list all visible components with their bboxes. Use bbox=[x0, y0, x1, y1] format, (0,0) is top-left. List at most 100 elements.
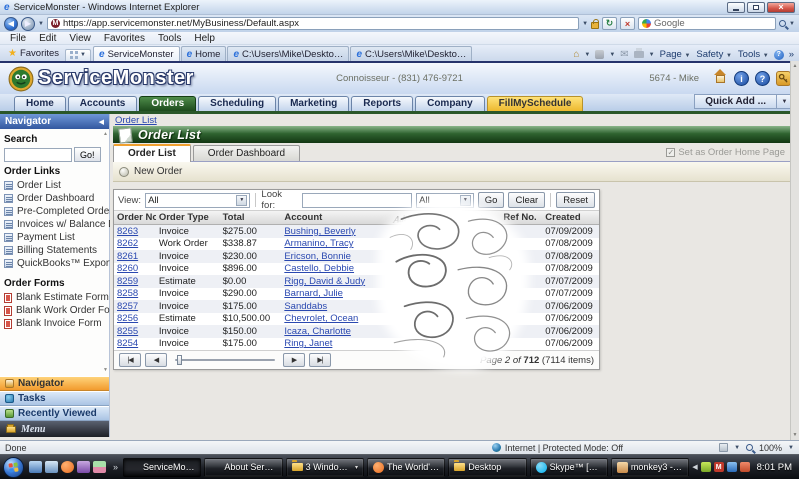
sidebar-link[interactable]: Order Dashboard bbox=[4, 192, 105, 205]
order-number-link[interactable]: 8254 bbox=[117, 338, 138, 349]
tray-collapse-icon[interactable]: ◀ bbox=[692, 463, 697, 471]
table-row[interactable]: 8258 Invoice $290.00 Barnard, Julie 07/0… bbox=[114, 288, 599, 301]
search-dropdown-icon[interactable]: ▼ bbox=[789, 21, 795, 27]
zone-dropdown-icon[interactable]: ▼ bbox=[734, 445, 740, 451]
col-account[interactable]: Account bbox=[281, 212, 391, 223]
account-link[interactable]: Chevrolet, Ocean bbox=[284, 313, 358, 324]
nav-tab[interactable]: Orders bbox=[139, 96, 196, 111]
home-icon[interactable]: ⌂ bbox=[573, 49, 579, 60]
order-number-link[interactable]: 8255 bbox=[117, 326, 138, 337]
url-field[interactable]: M https://app.servicemonster.net/MyBusin… bbox=[47, 17, 579, 30]
quick-launch-icon[interactable] bbox=[29, 461, 42, 473]
menu-item[interactable]: Help bbox=[188, 33, 221, 44]
view-dropdown[interactable]: All ▼ bbox=[145, 193, 250, 208]
navigator-header[interactable]: Navigator ◀ bbox=[0, 114, 109, 129]
quick-launch-icon[interactable] bbox=[93, 461, 106, 473]
look-for-input[interactable] bbox=[302, 193, 412, 208]
restore-button[interactable] bbox=[747, 2, 765, 13]
app-help-icon[interactable]: ? bbox=[755, 71, 770, 86]
table-row[interactable]: 8254 Invoice $175.00 Ring, Janet 07/06/2… bbox=[114, 338, 599, 351]
first-page-button[interactable]: |◀ bbox=[119, 353, 141, 367]
zoom-level[interactable]: 100% bbox=[759, 443, 782, 453]
sidebar-link[interactable]: Order List bbox=[4, 179, 105, 192]
quick-launch-icon[interactable] bbox=[61, 461, 74, 473]
taskbar-button[interactable]: The World's G... ▾ bbox=[367, 458, 445, 477]
print-icon[interactable] bbox=[634, 51, 644, 58]
order-number-link[interactable]: 8256 bbox=[117, 313, 138, 324]
nav-tab[interactable]: FillMySchedule bbox=[487, 96, 584, 111]
quick-launch-icon[interactable] bbox=[45, 461, 58, 473]
start-button[interactable] bbox=[3, 457, 24, 478]
scope-dropdown-icon[interactable]: ▼ bbox=[460, 195, 471, 206]
browser-tab[interactable]: e Home bbox=[181, 46, 227, 61]
table-row[interactable]: 8257 Invoice $175.00 Sanddabs 07/06/2009 bbox=[114, 300, 599, 313]
menu-bar-button[interactable]: Menu bbox=[0, 421, 109, 437]
tray-green-icon[interactable] bbox=[701, 462, 711, 472]
taskbar-button[interactable]: ServiceMonst... ▾ bbox=[123, 458, 201, 477]
new-order-button[interactable]: New Order bbox=[134, 166, 182, 177]
sidebar-search-input[interactable] bbox=[4, 148, 72, 162]
taskbar-button[interactable]: Desktop ▾ bbox=[448, 458, 526, 477]
prev-page-button[interactable]: ◀ bbox=[145, 353, 167, 367]
table-row[interactable]: 8256 Estimate $10,500.00 Chevrolet, Ocea… bbox=[114, 313, 599, 326]
sidebar-panel-button[interactable]: Tasks bbox=[0, 391, 109, 406]
account-link[interactable]: Armanino, Tracy bbox=[284, 238, 353, 249]
col-city[interactable]: City bbox=[461, 211, 501, 224]
quick-launch-overflow-icon[interactable]: » bbox=[111, 462, 120, 472]
account-link[interactable]: Rigg, David & Judy bbox=[284, 276, 365, 287]
table-row[interactable]: 8261 Invoice $230.00 Ericson, Bonnie 07/… bbox=[114, 250, 599, 263]
taskbar-button[interactable]: monkey3 - Pa... ▾ bbox=[611, 458, 689, 477]
info-icon[interactable]: i bbox=[734, 71, 749, 86]
menu-item[interactable]: File bbox=[4, 33, 32, 44]
nav-tab[interactable]: Reports bbox=[351, 96, 413, 111]
account-link[interactable]: Ring, Janet bbox=[284, 338, 332, 349]
collapse-sidebar-icon[interactable]: ◀ bbox=[99, 118, 104, 126]
account-link[interactable]: Ericson, Bonnie bbox=[284, 251, 351, 262]
reset-button[interactable]: Reset bbox=[556, 192, 595, 208]
sidebar-link[interactable]: Pre-Completed Orders bbox=[4, 205, 105, 218]
taskbar-button[interactable]: Skype™ [16] - ... ▾ bbox=[530, 458, 608, 477]
menu-item[interactable]: View bbox=[63, 33, 97, 44]
set-home-page-option[interactable]: ✓ Set as Order Home Page bbox=[666, 147, 785, 158]
go-button[interactable]: Go bbox=[478, 192, 505, 208]
app-logo[interactable]: ServiceMonster bbox=[8, 66, 194, 92]
app-home-icon[interactable] bbox=[713, 73, 728, 86]
mail-icon[interactable]: ✉ bbox=[620, 49, 628, 60]
account-link[interactable]: Barnard, Julie bbox=[284, 288, 343, 299]
nav-tab[interactable]: Accounts bbox=[68, 96, 138, 111]
taskbar-button[interactable]: 3 Windows ... ▾ bbox=[286, 458, 364, 477]
sidebar-form-link[interactable]: Blank Work Order Form bbox=[4, 304, 105, 317]
scroll-down-icon[interactable]: ▼ bbox=[793, 430, 798, 440]
breadcrumb-link[interactable]: Order List bbox=[115, 115, 157, 126]
print-dropdown-icon[interactable]: ▼ bbox=[649, 52, 655, 58]
refresh-button[interactable]: ↻ bbox=[602, 17, 617, 30]
last-page-button[interactable]: ▶| bbox=[309, 353, 331, 367]
sidebar-scroll-down-icon[interactable]: ▼ bbox=[103, 367, 108, 373]
command-menu[interactable]: Tools ▼ bbox=[738, 49, 769, 60]
account-link[interactable]: Icaza, Charlotte bbox=[284, 326, 351, 337]
quick-launch-icon[interactable] bbox=[77, 461, 90, 473]
account-link[interactable]: Sanddabs bbox=[284, 301, 327, 312]
close-button[interactable]: × bbox=[767, 2, 795, 13]
home-dropdown-icon[interactable]: ▼ bbox=[584, 52, 590, 58]
content-tab[interactable]: Order Dashboard bbox=[193, 145, 300, 161]
nav-tab[interactable]: Scheduling bbox=[198, 96, 276, 111]
next-page-button[interactable]: ▶ bbox=[283, 353, 305, 367]
table-row[interactable]: 8260 Invoice $896.00 Castello, Debbie 07… bbox=[114, 263, 599, 276]
order-number-link[interactable]: 8262 bbox=[117, 238, 138, 249]
search-input[interactable]: Google bbox=[638, 17, 776, 30]
feed-dropdown-icon[interactable]: ▼ bbox=[609, 52, 615, 58]
table-row[interactable]: 8255 Invoice $150.00 Icaza, Charlotte 07… bbox=[114, 325, 599, 338]
table-row[interactable]: 8259 Estimate $0.00 Rigg, David & Judy 0… bbox=[114, 275, 599, 288]
tray-volume-icon[interactable] bbox=[740, 462, 750, 472]
content-tab[interactable]: Order List bbox=[113, 144, 191, 162]
scope-dropdown[interactable]: All ▼ bbox=[416, 193, 474, 208]
quick-tabs-button[interactable]: ▼ bbox=[65, 49, 91, 61]
zoom-dropdown-icon[interactable]: ▼ bbox=[788, 445, 794, 451]
forward-button[interactable]: ▶ bbox=[21, 17, 35, 31]
sidebar-link[interactable]: QuickBooks™ Export bbox=[4, 257, 105, 270]
col-total[interactable]: Total bbox=[220, 212, 282, 223]
back-button[interactable]: ◀ bbox=[4, 17, 18, 31]
page-slider[interactable] bbox=[175, 354, 275, 366]
col-address[interactable]: Address bbox=[389, 209, 464, 225]
